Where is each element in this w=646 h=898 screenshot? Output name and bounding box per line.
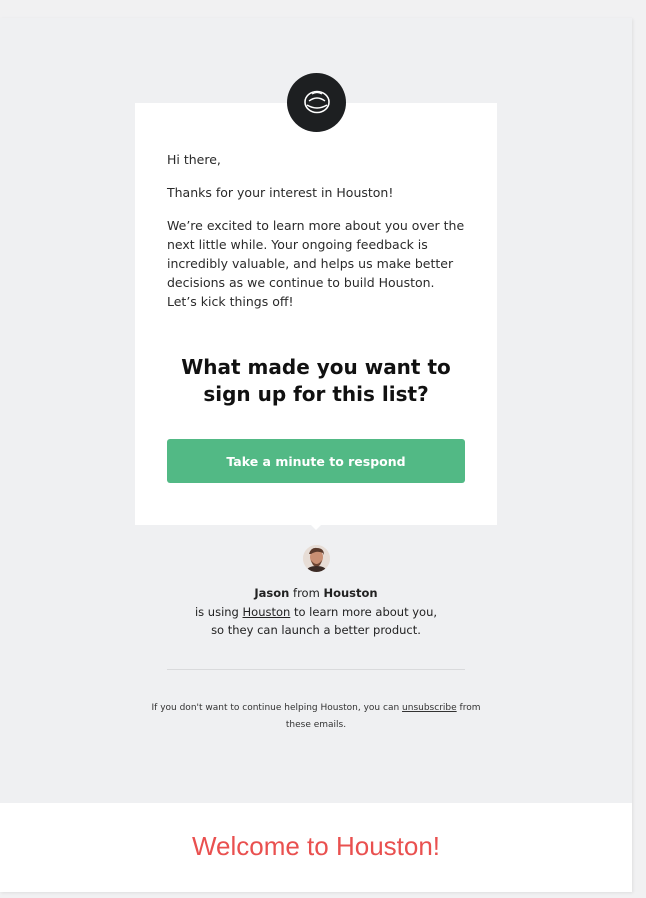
footer-divider — [167, 669, 465, 670]
sender-avatar — [303, 545, 330, 572]
welcome-title: Welcome to Houston! — [191, 831, 441, 861]
sender-line-1: Jason from Houston — [254, 586, 378, 600]
respond-button[interactable]: Take a minute to respond — [167, 439, 465, 483]
unsubscribe-link[interactable]: unsubscribe — [402, 703, 457, 713]
welcome-banner: Welcome to Houston! — [0, 803, 632, 892]
sender-name: Jason — [254, 586, 290, 600]
houston-logo — [287, 73, 346, 132]
sender-company: Houston — [323, 586, 378, 600]
houston-link[interactable]: Houston — [243, 605, 291, 619]
sender-info: Jason from Houston is using Houston to l… — [140, 584, 492, 640]
survey-question: What made you want to sign up for this l… — [181, 355, 451, 406]
email-thanks: Thanks for your interest in Houston! — [167, 185, 394, 200]
sender-line-2: is using Houston to learn more about you… — [194, 604, 438, 619]
card-pointer-arrow — [311, 525, 321, 530]
email-greeting: Hi there, — [167, 152, 221, 167]
unsubscribe-notice: If you don't want to continue helping Ho… — [151, 703, 481, 730]
astronaut-helmet-icon — [303, 90, 330, 113]
email-intro-paragraph: We’re excited to learn more about you ov… — [167, 218, 465, 309]
sender-line-3: so they can launch a better product. — [211, 623, 421, 637]
